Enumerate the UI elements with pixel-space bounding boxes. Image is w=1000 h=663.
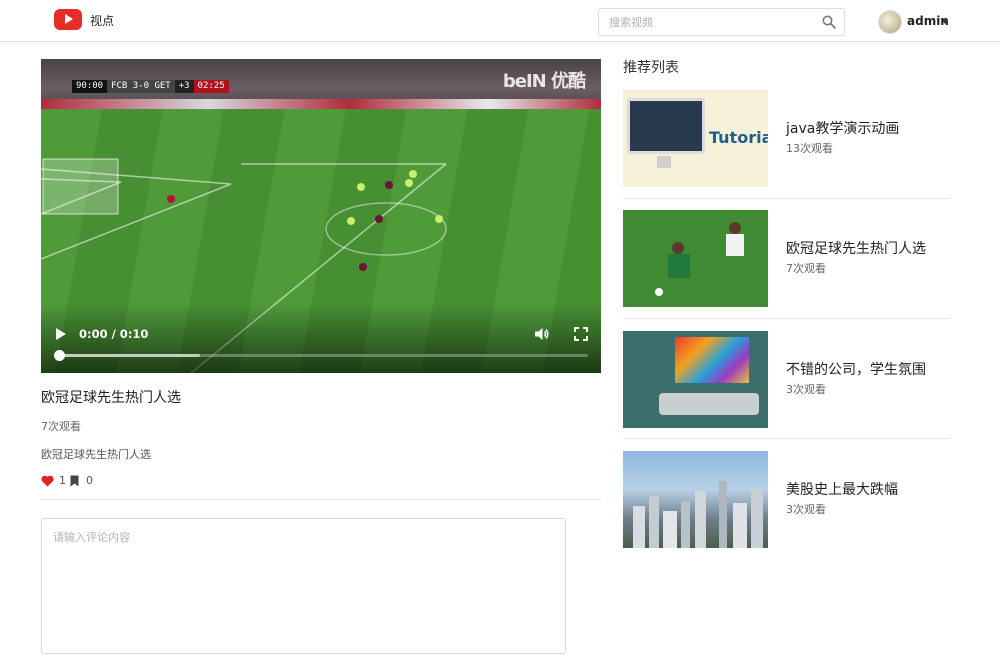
fullscreen-icon[interactable] (574, 327, 588, 341)
skyline-illustration (633, 481, 763, 548)
video-title: 欧冠足球先生热门人选 (41, 390, 181, 406)
recommend-item-title[interactable]: 美股史上最大跌幅 (786, 479, 898, 499)
scoreboard-overlay: 90:00 FCB 3-0 GET +3 02:25 (72, 80, 229, 93)
recommend-item-title[interactable]: java教学演示动画 (786, 118, 899, 138)
divider (41, 499, 601, 500)
sofa-illustration (659, 393, 759, 415)
recommend-list-title: 推荐列表 (623, 60, 679, 76)
monitor-illustration (627, 98, 705, 154)
video-thumbnail[interactable] (623, 331, 768, 428)
recommend-item[interactable]: 美股史上最大跌幅 3次观看 (623, 451, 950, 548)
recommend-item-views: 7次观看 (786, 262, 826, 275)
divider (623, 438, 950, 439)
volume-icon[interactable] (534, 326, 550, 342)
bookmark-icon[interactable] (70, 475, 79, 487)
recommend-item-views: 3次观看 (786, 503, 826, 516)
channel-watermark: beIN 优酷 (502, 71, 586, 92)
video-player[interactable]: 90:00 FCB 3-0 GET +3 02:25 beIN 优酷 0:00 … (41, 59, 601, 373)
top-navbar: 视点 admin (0, 0, 1000, 42)
video-description: 欧冠足球先生热门人选 (41, 448, 151, 461)
progress-handle[interactable] (54, 350, 65, 361)
scoreboard-added-time: +3 (174, 80, 194, 93)
play-icon[interactable] (56, 328, 66, 340)
recommend-item[interactable]: 欧冠足球先生热门人选 7次观看 (623, 210, 950, 307)
progress-buffered (57, 354, 201, 357)
recommend-item[interactable]: Tutoria java教学演示动画 13次观看 (623, 90, 950, 187)
divider (623, 318, 950, 319)
search-icon[interactable] (822, 15, 836, 29)
painting-illustration (675, 337, 749, 383)
favorite-count: 0 (86, 474, 93, 487)
recommend-item[interactable]: 不错的公司，学生氛围 3次观看 (623, 331, 950, 428)
scoreboard-time: 90:00 (72, 80, 108, 93)
heart-icon[interactable] (41, 475, 54, 487)
search-box (598, 8, 845, 36)
thumbnail-text: Tutoria (709, 128, 768, 147)
recommend-item-views: 13次观看 (786, 142, 833, 155)
video-thumbnail[interactable]: Tutoria (623, 90, 768, 187)
recommend-item-title[interactable]: 不错的公司，学生氛围 (786, 359, 926, 379)
like-count: 1 (59, 474, 66, 487)
soccer-players-illustration (655, 222, 744, 296)
search-input[interactable] (599, 9, 814, 35)
recommend-item-views: 3次观看 (786, 383, 826, 396)
recommend-item-title[interactable]: 欧冠足球先生热门人选 (786, 238, 926, 258)
brand-name[interactable]: 视点 (90, 12, 114, 29)
video-view-count: 7次观看 (41, 420, 81, 433)
scoreboard-score: FCB 3-0 GET (107, 80, 175, 93)
scoreboard-clock: 02:25 (193, 80, 229, 93)
progress-bar[interactable] (54, 350, 588, 361)
video-thumbnail[interactable] (623, 451, 768, 548)
monitor-stand (657, 156, 671, 168)
comment-input[interactable] (41, 518, 566, 654)
youtube-logo-icon[interactable] (54, 9, 82, 30)
caret-down-icon[interactable] (942, 20, 948, 24)
video-frame-adboard (41, 99, 601, 109)
divider (623, 198, 950, 199)
time-display: 0:00 / 0:10 (79, 327, 149, 341)
video-thumbnail[interactable] (623, 210, 768, 307)
avatar[interactable] (878, 10, 902, 34)
